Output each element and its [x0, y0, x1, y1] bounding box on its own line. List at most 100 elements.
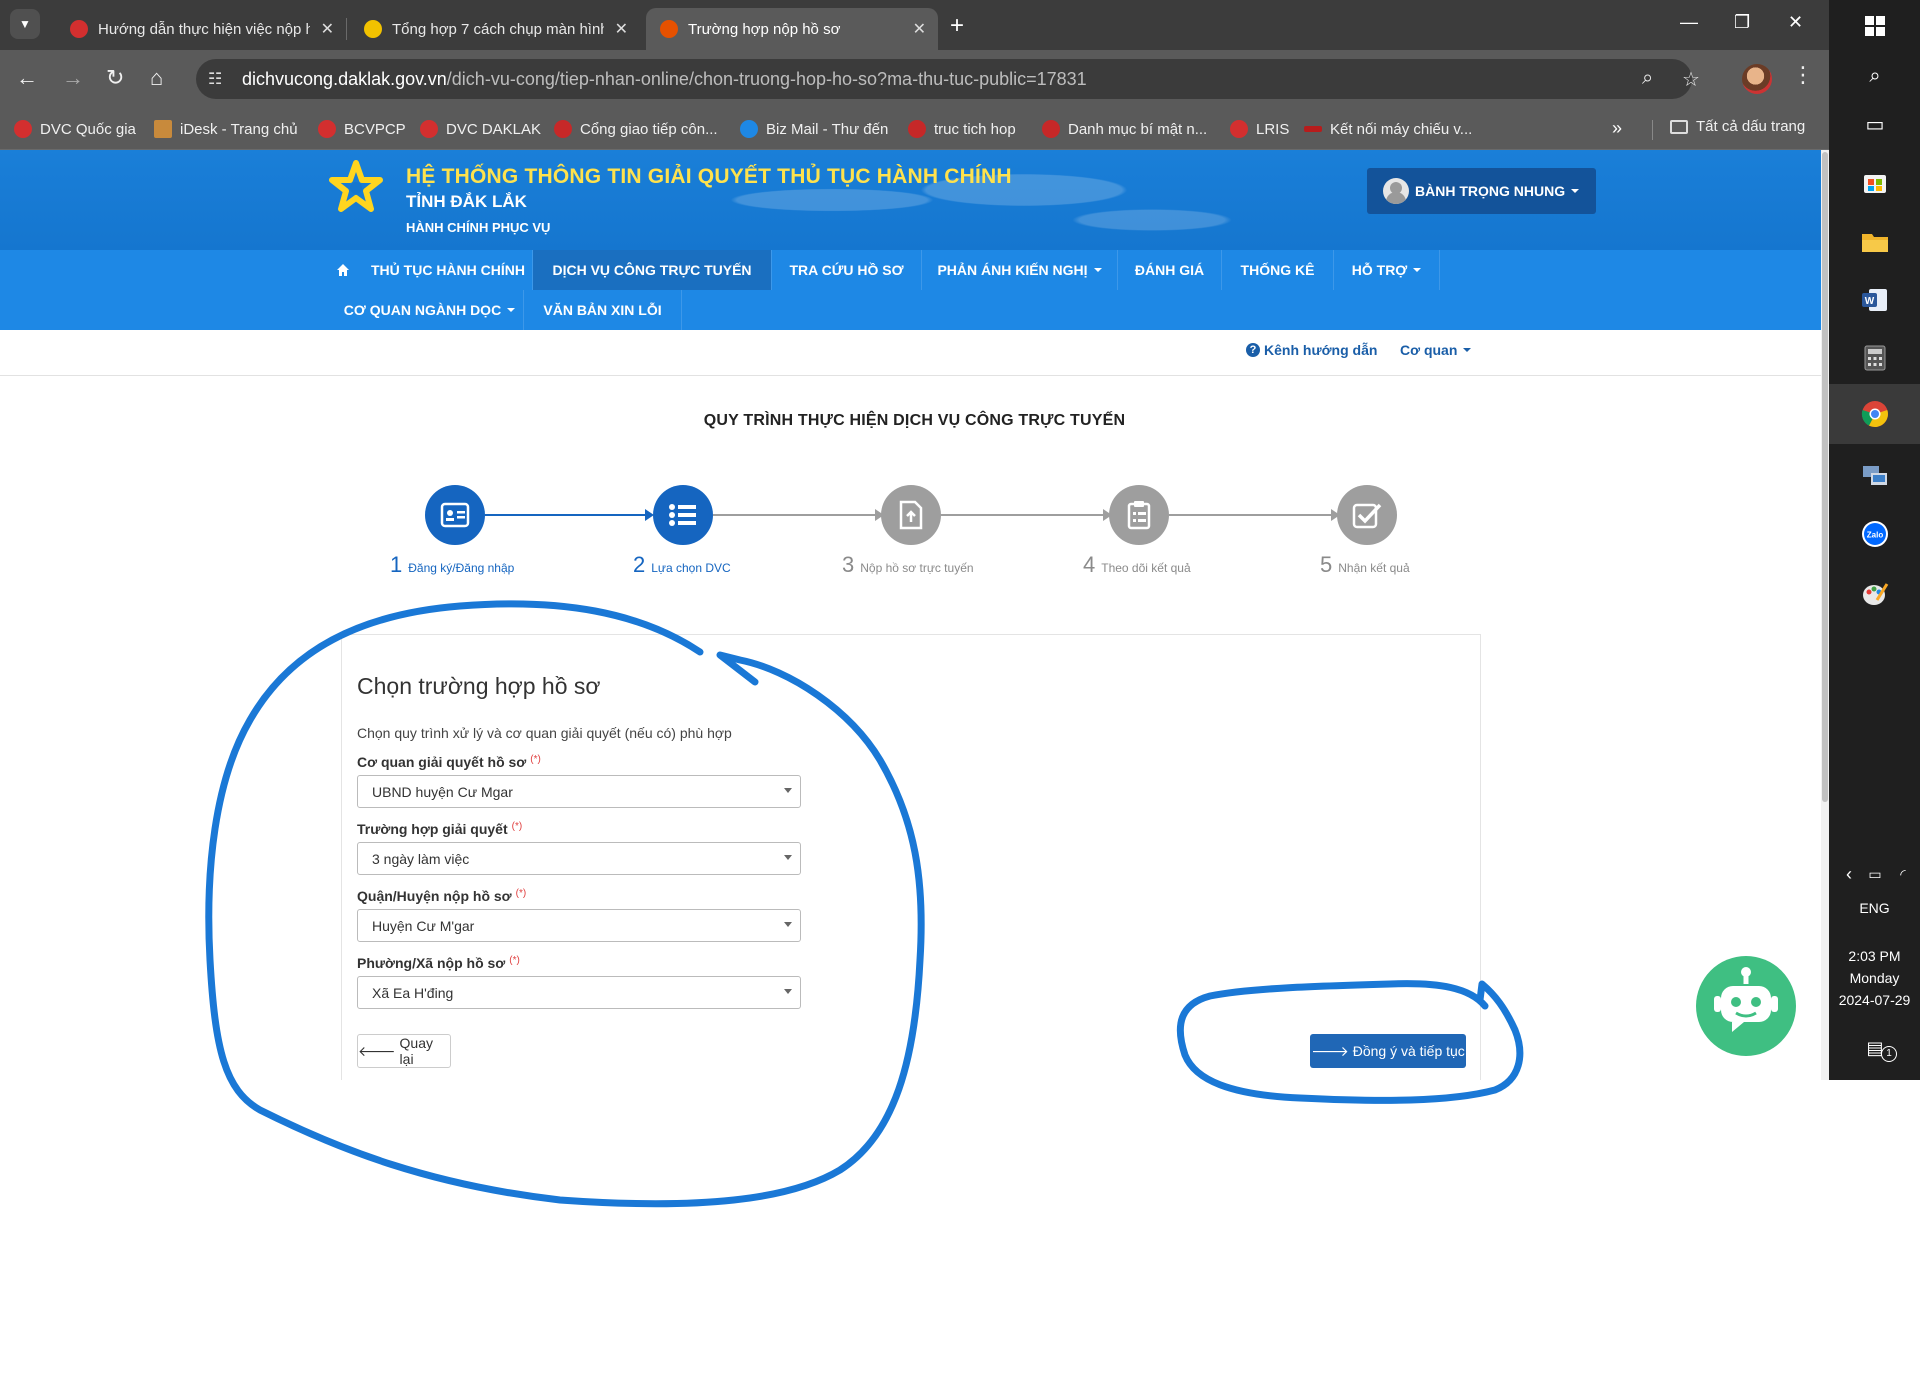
- reload-icon[interactable]: ↻: [106, 66, 124, 90]
- step-4-label: 4 Theo dõi kết quả: [1083, 552, 1191, 578]
- nav-thong-ke[interactable]: THỐNG KÊ: [1222, 250, 1334, 290]
- process-stepper: 1 Đăng ký/Đăng nhập 2 Lựa chọn DVC 3 Nộp hồ…: [0, 470, 1829, 580]
- home-icon[interactable]: ⌂: [150, 66, 163, 90]
- tab-truong-hop-active[interactable]: Trường hợp nộp hồ sơ ✕: [646, 8, 938, 50]
- nav-ho-tro[interactable]: HỖ TRỢ: [1334, 250, 1440, 290]
- profile-avatar[interactable]: [1742, 64, 1772, 94]
- maximize-button[interactable]: ❐: [1734, 12, 1750, 33]
- nav-danh-gia[interactable]: ĐÁNH GIÁ: [1118, 250, 1222, 290]
- microsoft-store-icon[interactable]: [1859, 166, 1891, 198]
- agree-continue-button[interactable]: 🡒 Đồng ý và tiếp tục: [1310, 1034, 1466, 1068]
- user-name: BÀNH TRỌNG NHUNG: [1415, 183, 1566, 199]
- nav-phan-anh-kien-nghi[interactable]: PHẢN ÁNH KIẾN NGHỊ: [922, 250, 1118, 290]
- clock-time[interactable]: 2:03 PM: [1829, 948, 1920, 964]
- windows-start-icon[interactable]: [1859, 10, 1891, 42]
- new-tab-button[interactable]: +: [950, 12, 964, 40]
- bookmark-label: BCVPCP: [344, 120, 406, 138]
- nav-van-ban-xin-loi[interactable]: VĂN BẢN XIN LỖI: [524, 290, 682, 330]
- bookmark-bcvpcp[interactable]: BCVPCP: [318, 116, 406, 142]
- wifi-icon[interactable]: ◜: [1887, 858, 1919, 890]
- tab-tong-hop[interactable]: Tổng hợp 7 cách chụp màn hình ✕: [350, 8, 640, 50]
- task-view-icon[interactable]: ▭: [1859, 108, 1891, 140]
- close-icon[interactable]: ✕: [615, 19, 628, 39]
- back-arrow-icon[interactable]: ←: [16, 66, 38, 90]
- language-indicator[interactable]: ENG: [1829, 900, 1920, 916]
- close-icon[interactable]: ✕: [321, 19, 334, 39]
- more-bookmarks-icon[interactable]: »: [1612, 118, 1622, 139]
- bookmark-label: iDesk - Trang chủ: [180, 120, 298, 138]
- url-text[interactable]: dichvucong.daklak.gov.vn/dich-vu-cong/ti…: [242, 69, 1087, 90]
- step-number: 3: [842, 552, 855, 577]
- site-info-icon[interactable]: ☷: [208, 69, 222, 89]
- bookmark-idesk[interactable]: iDesk - Trang chủ: [154, 116, 298, 142]
- forward-arrow-icon[interactable]: →: [62, 66, 84, 90]
- file-explorer-icon[interactable]: [1859, 226, 1891, 258]
- user-menu-button[interactable]: BÀNH TRỌNG NHUNG: [1367, 168, 1596, 214]
- close-window-button[interactable]: ✕: [1788, 12, 1803, 33]
- site-logo-icon[interactable]: [328, 160, 384, 216]
- step-connector: [713, 514, 879, 516]
- bookmark-dvc-quoc-gia[interactable]: DVC Quốc gia: [14, 116, 136, 142]
- bookmark-favicon-icon: [1042, 120, 1060, 138]
- field-label-text: Cơ quan giải quyết hồ sơ: [357, 754, 527, 770]
- nav-dich-vu-cong-truc-tuyen[interactable]: DỊCH VỤ CÔNG TRỰC TUYẾN: [533, 250, 772, 290]
- clock-day[interactable]: Monday: [1829, 970, 1920, 986]
- process-title: QUY TRÌNH THỰC HIỆN DỊCH VỤ CÔNG TRỰC TU…: [703, 412, 1126, 429]
- bookmark-cong-giao-tiep[interactable]: Cổng giao tiếp côn...: [554, 116, 718, 142]
- address-bar[interactable]: ☷ dichvucong.daklak.gov.vn/dich-vu-cong/…: [196, 59, 1700, 99]
- bookmark-label: LRIS: [1256, 120, 1290, 138]
- bookmark-label: DVC DAKLAK: [446, 120, 542, 138]
- back-label: Quay lại: [399, 1035, 434, 1067]
- word-icon[interactable]: W: [1859, 284, 1891, 316]
- paint-icon[interactable]: [1859, 578, 1891, 610]
- tab-bar: ▼ Hướng dẫn thực hiện việc nộp hồ sơ ✕ T…: [0, 0, 1829, 50]
- bookmark-truc-tich-hop[interactable]: truc tich hop: [908, 116, 1016, 142]
- step-3-circle: [881, 485, 941, 545]
- tab-separator: [346, 18, 347, 40]
- nav-home[interactable]: [326, 250, 360, 290]
- back-button[interactable]: 🡐 Quay lại: [357, 1034, 451, 1068]
- chrome-icon[interactable]: [1859, 398, 1891, 430]
- minimize-button[interactable]: —: [1680, 12, 1698, 33]
- nav-label: CƠ QUAN NGÀNH DỌC: [343, 302, 502, 318]
- bookmark-lris[interactable]: LRIS: [1230, 116, 1289, 142]
- bookmark-biz-mail[interactable]: Biz Mail - Thư đến: [740, 116, 888, 142]
- agency-dropdown[interactable]: Cơ quan: [1400, 342, 1472, 358]
- tab-search-button[interactable]: ▼: [10, 9, 40, 39]
- browser-menu-icon[interactable]: ⋮: [1792, 62, 1814, 88]
- nav-label: DỊCH VỤ CÔNG TRỰC TUYẾN: [552, 262, 752, 278]
- ward-select[interactable]: Xã Ea H'đing: [357, 976, 801, 1009]
- calculator-icon[interactable]: [1859, 342, 1891, 374]
- page-scrollbar-thumb[interactable]: [1822, 152, 1828, 802]
- bookmark-star-icon[interactable]: ☆: [1682, 67, 1700, 92]
- card-title: Chọn trường hợp hồ sơ: [357, 673, 601, 699]
- province-name: TỈNH ĐẮK LẮK: [406, 192, 527, 211]
- all-bookmarks-folder[interactable]: Tất cả dấu trang: [1670, 118, 1805, 135]
- chatbot-button[interactable]: [1696, 956, 1796, 1056]
- case-select[interactable]: 3 ngày làm việc: [357, 842, 801, 875]
- bookmark-danh-muc[interactable]: Danh mục bí mật n...: [1042, 116, 1207, 142]
- remote-desktop-icon[interactable]: [1859, 460, 1891, 492]
- required-mark: (*): [530, 754, 541, 765]
- nav-label: PHẢN ÁNH KIẾN NGHỊ: [937, 262, 1088, 278]
- nav-thu-tuc-hanh-chinh[interactable]: THỦ TỤC HÀNH CHÍNH: [364, 250, 533, 290]
- nav-co-quan-nganh-doc[interactable]: CƠ QUAN NGÀNH DỌC: [336, 290, 524, 330]
- nav-tra-cuu-ho-so[interactable]: TRA CỨU HỒ SƠ: [772, 250, 922, 290]
- check-square-icon: [1352, 503, 1382, 529]
- search-icon[interactable]: ⌕: [1859, 60, 1891, 92]
- clock-date[interactable]: 2024-07-29: [1829, 992, 1920, 1008]
- zoom-icon[interactable]: ⌕: [1642, 67, 1653, 90]
- district-select[interactable]: Huyện Cư M'gar: [357, 909, 801, 942]
- guide-channel-link[interactable]: ? Kênh hướng dẫn: [1246, 342, 1377, 358]
- step-1-circle: [425, 485, 485, 545]
- close-icon[interactable]: ✕: [913, 19, 926, 39]
- tab-huong-dan[interactable]: Hướng dẫn thực hiện việc nộp hồ sơ ✕: [56, 8, 346, 50]
- bookmark-ket-noi[interactable]: Kết nối máy chiếu v...: [1304, 116, 1472, 142]
- bookmark-dvc-daklak[interactable]: DVC DAKLAK: [420, 116, 541, 142]
- user-avatar-icon: [1383, 178, 1409, 204]
- step-text: Nhận kết quả: [1338, 561, 1410, 575]
- zalo-icon[interactable]: Zalo: [1859, 518, 1891, 550]
- required-mark: (*): [515, 888, 527, 899]
- agency-select[interactable]: UBND huyện Cư Mgar: [357, 775, 801, 808]
- district-field-label: Quận/Huyện nộp hồ sơ (*): [357, 888, 526, 904]
